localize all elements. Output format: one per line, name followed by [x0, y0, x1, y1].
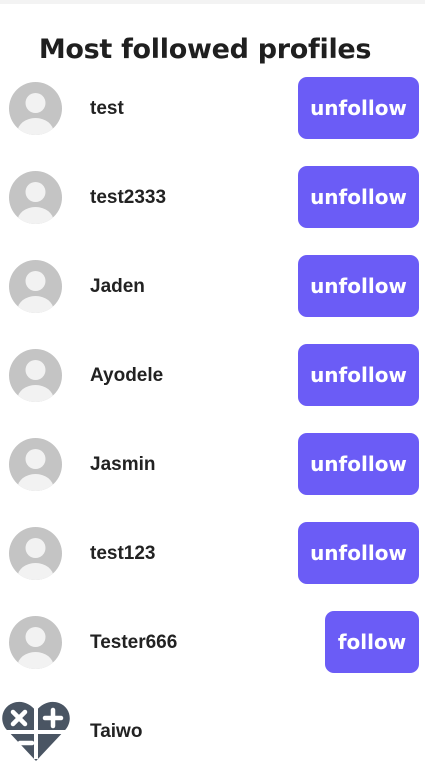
default-user-icon[interactable]: [9, 527, 62, 580]
calculator-heart-icon[interactable]: [1, 699, 71, 763]
profile-row: Jaden unfollow: [0, 242, 425, 331]
unfollow-button[interactable]: unfollow: [298, 166, 419, 228]
profile-row: test unfollow: [0, 64, 425, 153]
unfollow-button[interactable]: unfollow: [298, 433, 419, 495]
profile-name[interactable]: Taiwo: [90, 687, 142, 772]
profile-name[interactable]: test: [90, 64, 124, 153]
profile-row: Tester666 follow: [0, 598, 425, 687]
top-divider: [0, 0, 425, 4]
default-user-icon[interactable]: [9, 260, 62, 313]
profile-row: Jasmin unfollow: [0, 420, 425, 509]
follow-button[interactable]: follow: [325, 611, 419, 673]
unfollow-button[interactable]: unfollow: [298, 344, 419, 406]
default-user-icon[interactable]: [9, 616, 62, 669]
profile-name[interactable]: Tester666: [90, 598, 177, 687]
profile-row: test2333 unfollow: [0, 153, 425, 242]
unfollow-button[interactable]: unfollow: [298, 255, 419, 317]
profile-row: Ayodele unfollow: [0, 331, 425, 420]
profile-row: test123 unfollow: [0, 509, 425, 598]
profile-name[interactable]: test2333: [90, 153, 166, 242]
default-user-icon[interactable]: [9, 82, 62, 135]
default-user-icon[interactable]: [9, 438, 62, 491]
profile-name[interactable]: Ayodele: [90, 331, 163, 420]
page-title: Most followed profiles: [38, 34, 372, 66]
profile-list: test unfollow test2333 unfollow Jaden un…: [0, 64, 425, 772]
profile-name[interactable]: Jasmin: [90, 420, 155, 509]
profile-row: Taiwo: [0, 687, 425, 772]
profile-name[interactable]: test123: [90, 509, 156, 598]
default-user-icon[interactable]: [9, 171, 62, 224]
default-user-icon[interactable]: [9, 349, 62, 402]
profile-name[interactable]: Jaden: [90, 242, 145, 331]
unfollow-button[interactable]: unfollow: [298, 522, 419, 584]
unfollow-button[interactable]: unfollow: [298, 77, 419, 139]
